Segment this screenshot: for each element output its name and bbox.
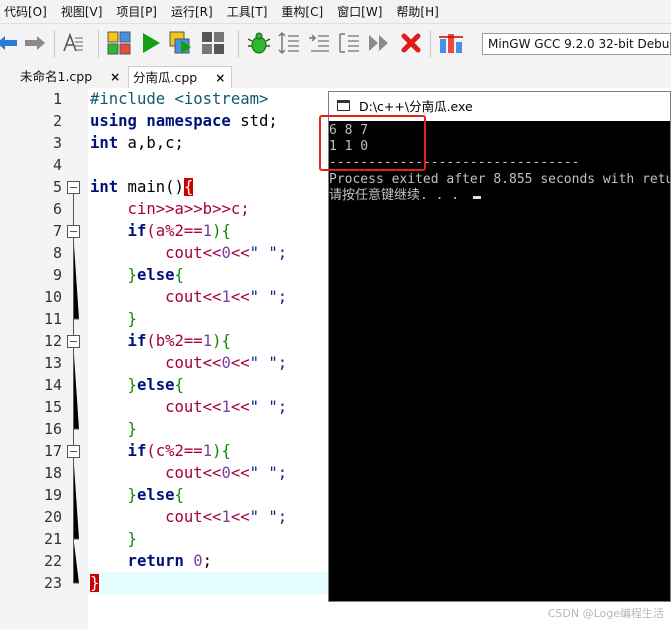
code-line-17: if(c%2==1){ (90, 442, 231, 460)
menu-window[interactable]: 窗口[W] (337, 3, 382, 20)
code-line-12: if(b%2==1){ (90, 332, 231, 350)
code-line-7: if(a%2==1){ (90, 222, 231, 240)
line-number: 18 (43, 464, 62, 482)
code-line-20: cout<<1<<" "; (90, 508, 288, 526)
highlight-box (319, 115, 426, 171)
line-number: 20 (43, 508, 62, 526)
code-line-22: return 0; (90, 552, 213, 570)
comment-icon[interactable] (336, 30, 362, 56)
menu-code[interactable]: 代码[O] (4, 3, 47, 20)
line-number: 9 (52, 266, 62, 284)
close-icon[interactable]: × (110, 70, 120, 84)
line-number: 12 (43, 332, 62, 350)
line-number: 17 (43, 442, 62, 460)
code-line-6: cin>>a>>b>>c; (90, 200, 250, 218)
line-number: 3 (52, 134, 62, 152)
menu-refactor[interactable]: 重构[C] (281, 3, 323, 20)
console-line-press-key: 请按任意键继续. . . (329, 188, 481, 204)
step-forward-icon[interactable] (366, 30, 392, 56)
line-number: 5 (52, 178, 62, 196)
code-line-21: } (90, 530, 137, 548)
code-line-19: }else{ (90, 486, 184, 504)
line-number: 1 (52, 90, 62, 108)
compile-icon[interactable] (106, 30, 132, 56)
console-output: 6 8 7 1 1 0 ----------------------------… (329, 121, 670, 601)
code-line-3: int a,b,c; (90, 134, 184, 152)
line-number: 16 (43, 420, 62, 438)
compiler-select[interactable]: MinGW GCC 9.2.0 32-bit Debug (482, 33, 671, 55)
line-number: 8 (52, 244, 62, 262)
code-line-18: cout<<0<<" "; (90, 464, 288, 482)
code-line-13: cout<<0<<" "; (90, 354, 288, 372)
code-line-15: cout<<1<<" "; (90, 398, 288, 416)
code-line-8: cout<<0<<" "; (90, 244, 288, 262)
run-icon[interactable] (138, 30, 164, 56)
code-line-23: } (90, 574, 100, 592)
unindent-icon[interactable] (306, 30, 332, 56)
menu-run[interactable]: 运行[R] (171, 3, 213, 20)
back-arrow-icon[interactable] (0, 30, 20, 56)
tab-bar: 未命名1.cpp × 分南瓜.cpp × (0, 64, 671, 89)
code-line-5: int main(){ (90, 178, 194, 196)
line-number: 4 (52, 156, 62, 174)
line-number: 7 (52, 222, 62, 240)
code-line-2: using namespace std; (90, 112, 278, 130)
forward-arrow-icon[interactable] (22, 30, 48, 56)
line-number: 21 (43, 530, 62, 548)
code-line-14: }else{ (90, 376, 184, 394)
line-number: 14 (43, 376, 62, 394)
line-number: 22 (43, 552, 62, 570)
line-number: 19 (43, 486, 62, 504)
toolbar: MinGW GCC 9.2.0 32-bit Debug (0, 24, 671, 65)
tab-pumpkin[interactable]: 分南瓜.cpp × (128, 66, 232, 88)
line-number: 23 (43, 574, 62, 592)
menu-view[interactable]: 视图[V] (61, 3, 103, 20)
menu-project[interactable]: 项目[P] (116, 3, 157, 20)
stop-icon[interactable] (398, 30, 424, 56)
line-number: 11 (43, 310, 62, 328)
text-cursor (472, 196, 481, 199)
debug-icon[interactable] (246, 30, 272, 56)
fold-markers (67, 181, 80, 584)
console-line-process-exit: Process exited after 8.855 seconds with … (329, 172, 670, 187)
code-line-16: } (90, 420, 137, 438)
close-icon[interactable]: × (215, 71, 225, 85)
menu-help[interactable]: 帮助[H] (396, 3, 438, 20)
watermark: CSDN @Loge编程生活 (547, 607, 664, 620)
code-line-1: #include <iostream> (90, 90, 269, 108)
tab-untitled[interactable]: 未命名1.cpp × (20, 66, 126, 88)
line-number: 13 (43, 354, 62, 372)
toggle-indent-icon[interactable] (276, 30, 302, 56)
format-icon[interactable] (60, 30, 86, 56)
line-number: 10 (43, 288, 62, 306)
code-line-9: }else{ (90, 266, 184, 284)
code-line-11: } (90, 310, 137, 328)
console-window-icon (337, 100, 350, 111)
line-number: 6 (52, 200, 62, 218)
profile-icon[interactable] (438, 30, 464, 56)
rebuild-icon[interactable] (200, 30, 226, 56)
compile-run-icon[interactable] (168, 30, 194, 56)
menu-bar: 代码[O] 视图[V] 项目[P] 运行[R] 工具[T] 重构[C] 窗口[W… (0, 0, 671, 24)
line-number: 2 (52, 112, 62, 130)
line-number: 15 (43, 398, 62, 416)
code-line-10: cout<<1<<" "; (90, 288, 288, 306)
menu-tools[interactable]: 工具[T] (227, 3, 268, 20)
